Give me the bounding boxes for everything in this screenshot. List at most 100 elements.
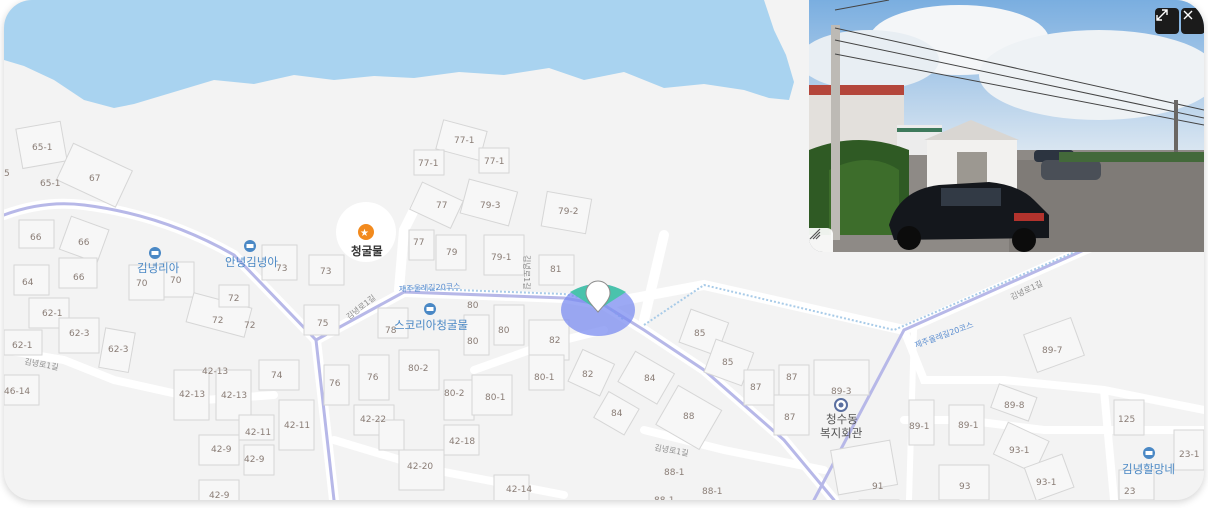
lot-label: 88 (683, 412, 695, 422)
lot-label: 42-9 (211, 445, 232, 455)
lot-label: 80-2 (444, 389, 464, 399)
lot-label: 23-1 (1179, 450, 1199, 460)
lot-label: 42-14 (506, 485, 532, 495)
lot-label: 67 (89, 174, 100, 184)
lot-label: 65-1 (40, 179, 60, 189)
street-view-image (809, 0, 1204, 252)
lot-label: 79-3 (480, 201, 500, 211)
lot-label: 82 (549, 336, 560, 346)
lot-label: 42-13 (221, 391, 247, 401)
expand-button[interactable] (1155, 8, 1179, 34)
lot-label: 88-1 (702, 487, 722, 497)
lot-label: 87 (784, 413, 795, 423)
lot-label: 81 (550, 265, 561, 275)
lot-label: 42-13 (202, 367, 228, 377)
poi-label: 복지회관 (820, 426, 863, 440)
lot-label: 89-3 (831, 387, 851, 397)
lot-label: 72 (228, 294, 239, 304)
lot-label: 93 (959, 482, 970, 492)
close-icon (1183, 10, 1193, 20)
poi-label: 김녕리아 (137, 261, 180, 275)
lot-label: 74 (271, 371, 283, 381)
street-view-menu-button[interactable] (809, 228, 833, 252)
lot-label: 65-1 (32, 143, 52, 153)
lodging-icon (149, 247, 161, 259)
lot-label: 70 (136, 279, 148, 289)
expand-icon (1156, 9, 1168, 21)
lot-label: 70 (170, 276, 182, 286)
lot-label: 64 (22, 278, 34, 288)
lot-label: 79-1 (491, 253, 511, 263)
poi-annyeong-gimnyeonga[interactable]: 안녕김녕아 (225, 240, 278, 269)
lot-label: 76 (367, 373, 379, 383)
lot-label: 76 (329, 379, 341, 389)
poi-gimnyeongria[interactable]: 김녕리아 (137, 247, 180, 275)
lot-label: 62-1 (42, 309, 62, 319)
current-location-marker[interactable] (561, 280, 635, 336)
lot-label: 88-1 (654, 496, 674, 500)
lot-label: 89-1 (909, 422, 929, 432)
lot-label: 72 (212, 316, 223, 326)
lot-label: 79 (446, 248, 458, 258)
map-frame[interactable]: 65-1 65-1 67 5 66 66 66 64 62-1 62-3 62-… (4, 0, 1204, 500)
lot-label: 62-3 (69, 329, 89, 339)
lot-label: 42-9 (244, 455, 265, 465)
lodging-icon (244, 240, 256, 252)
lot-label: 42-20 (407, 462, 433, 472)
lot-label: 79-2 (558, 207, 578, 217)
lot-label: 42-11 (245, 428, 271, 438)
lot-label: 77-1 (454, 136, 474, 146)
lot-label: 62-3 (108, 345, 128, 355)
lot-label: 80 (467, 337, 479, 347)
poi-label: 김녕할망네 (1122, 462, 1175, 476)
lot-label: 5 (4, 169, 10, 179)
lot-label: 23 (1124, 487, 1135, 497)
lot-label: 80-1 (485, 393, 505, 403)
street-view-panel[interactable] (809, 0, 1204, 252)
poi-scorea-cheonggulmul[interactable]: 스코리아청굴물 (394, 303, 468, 332)
lot-label: 77-1 (418, 159, 438, 169)
lot-label: 62-1 (12, 341, 32, 351)
poi-label: 청굴물 (351, 244, 383, 258)
lot-label: 66 (78, 238, 90, 248)
poi-cheonggulmul[interactable]: ★ 청굴물 (336, 202, 396, 262)
lot-label: 42-13 (179, 390, 205, 400)
lot-label: 80-1 (534, 373, 554, 383)
lot-label: 87 (750, 383, 761, 393)
lot-label: 89-1 (958, 421, 978, 431)
close-button[interactable] (1181, 8, 1204, 34)
lot-label: 93-1 (1036, 478, 1056, 488)
lot-label: 73 (320, 267, 331, 277)
lot-label: 66 (73, 273, 85, 283)
public-facility-icon (834, 398, 848, 412)
lot-label: 88-1 (664, 468, 684, 478)
lodging-icon (424, 303, 436, 315)
lot-label: 80 (467, 301, 479, 311)
lot-label: 42-11 (284, 421, 310, 431)
lot-label: 42-18 (449, 437, 475, 447)
lot-label: 77-1 (484, 157, 504, 167)
lot-label: 84 (644, 374, 656, 384)
lot-label: 46-14 (4, 387, 30, 397)
lot-label: 72 (244, 321, 255, 331)
sea-area (4, 0, 794, 108)
lot-label: 93-1 (1009, 446, 1029, 456)
lot-label: 91 (872, 482, 883, 492)
poi-cheongsu-welfare-center[interactable]: 청수동 복지회관 (820, 398, 863, 440)
road-label: 김녕로1길 (654, 442, 690, 458)
menu-icon (809, 228, 821, 240)
lot-label: 42-9 (209, 491, 230, 500)
svg-text:★: ★ (360, 228, 369, 239)
lot-label: 89-8 (1004, 401, 1025, 411)
lot-label: 84 (611, 409, 623, 419)
lot-label: 80 (498, 326, 510, 336)
lot-label: 125 (1118, 415, 1135, 425)
lot-label: 82 (582, 370, 593, 380)
lodging-icon (1143, 447, 1155, 459)
lot-label: 77 (436, 201, 447, 211)
road-label: 김녕로1길 (522, 255, 532, 290)
poi-gimnyeong-halmangne[interactable]: 김녕할망네 (1122, 447, 1175, 476)
lot-label: 66 (30, 233, 42, 243)
lot-label: 77 (413, 238, 424, 248)
lot-label: 85 (722, 358, 733, 368)
